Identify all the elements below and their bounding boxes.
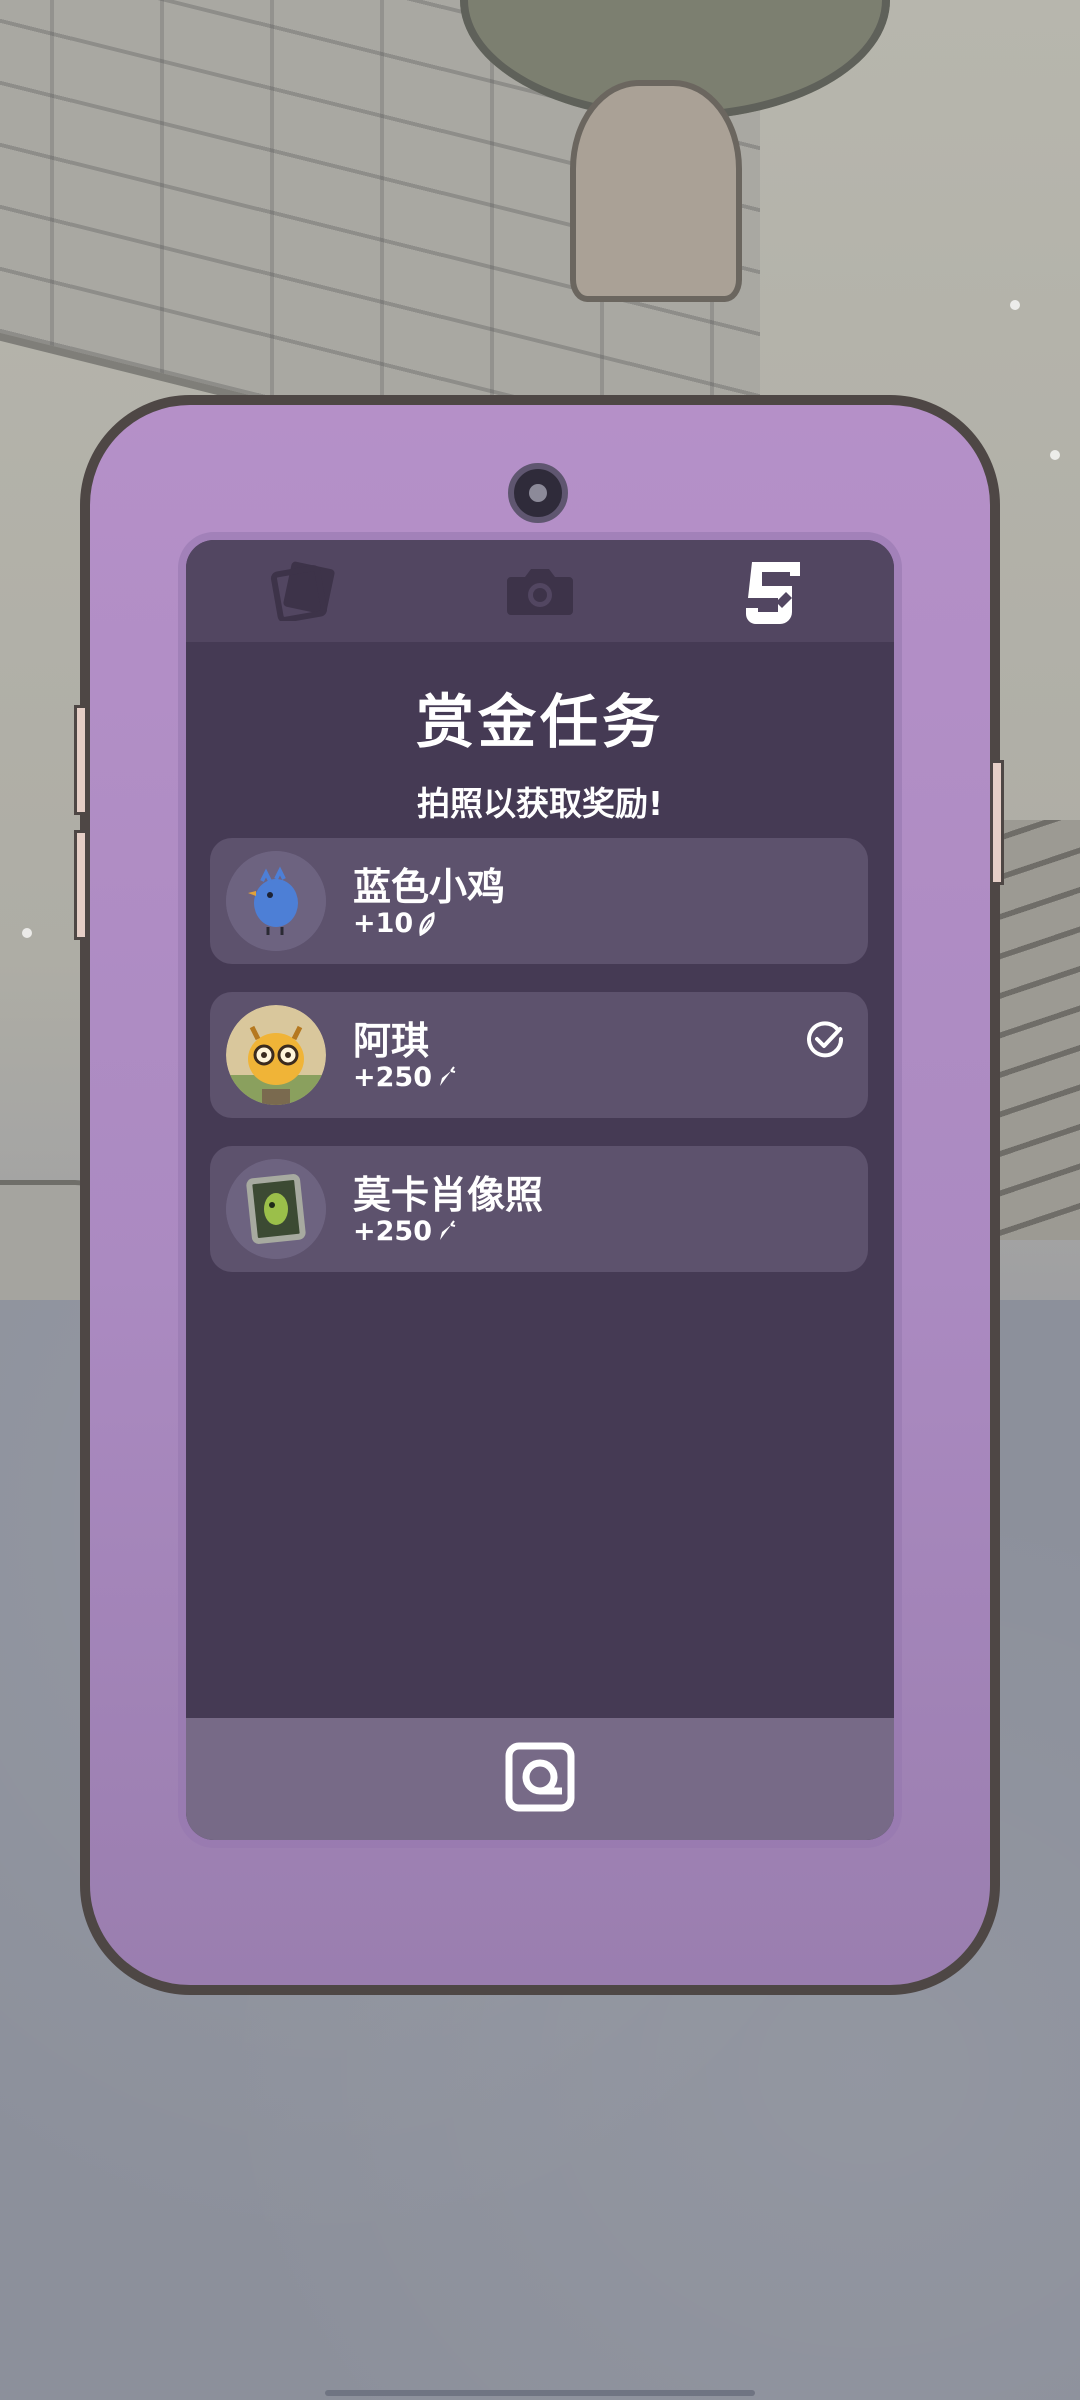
bounty-title: 赏金任务 <box>415 688 664 756</box>
bounty-item-reward: +250 <box>353 1062 456 1093</box>
phone-bottom-bar <box>186 1718 894 1840</box>
phone-side-button <box>74 705 88 815</box>
lens-shutter-icon <box>505 1742 575 1812</box>
bounty-list-icon <box>746 562 800 624</box>
reward-amount: +10 <box>353 908 414 939</box>
phone-front-camera <box>508 463 568 523</box>
snowflake <box>22 928 32 938</box>
camera-icon <box>507 569 573 615</box>
carrot-icon <box>436 1219 456 1244</box>
bounty-item-blue-chick[interactable]: 蓝色小鸡 +10 <box>210 838 868 964</box>
bounty-item-aqi[interactable]: 阿琪 +250 <box>210 992 868 1118</box>
bounty-item-name: 莫卡肖像照 <box>353 1173 544 1217</box>
giraffe-aqi-avatar <box>226 1005 326 1105</box>
feather-icon <box>417 911 437 936</box>
home-indicator[interactable] <box>325 2390 755 2396</box>
phone-side-button <box>990 760 1004 885</box>
bounty-item-moka-portrait[interactable]: 莫卡肖像照 +250 <box>210 1146 868 1272</box>
tab-photo-album[interactable] <box>186 540 422 642</box>
tree-trunk <box>570 80 742 302</box>
bounty-item-name: 蓝色小鸡 <box>353 865 506 909</box>
bounty-item-reward: +250 <box>353 1216 456 1247</box>
bounty-item-reward: +10 <box>353 908 437 939</box>
tab-camera[interactable] <box>422 540 658 642</box>
tab-bounty[interactable] <box>658 540 894 642</box>
carrot-icon <box>436 1065 456 1090</box>
shutter-button[interactable] <box>505 1742 575 1816</box>
bounty-item-name: 阿琪 <box>353 1019 430 1063</box>
phone-screen: 赏金任务 拍照以获取奖励! 蓝色小鸡 +10 阿琪 +250 莫卡肖像照 +25… <box>186 540 894 1840</box>
reward-amount: +250 <box>353 1062 432 1093</box>
snowflake <box>1010 300 1020 310</box>
blue-chick-avatar <box>226 851 326 951</box>
completed-check-icon <box>804 1018 846 1064</box>
snowflake <box>1050 450 1060 460</box>
phone-side-button <box>74 830 88 940</box>
bounty-subtitle: 拍照以获取奖励! <box>416 784 664 823</box>
reward-amount: +250 <box>353 1216 432 1247</box>
bounty-list: 蓝色小鸡 +10 阿琪 +250 莫卡肖像照 +250 <box>210 838 868 1300</box>
portrait-frame-avatar <box>226 1159 326 1259</box>
photo-album-icon <box>270 561 335 621</box>
phone-tab-bar <box>186 540 894 642</box>
